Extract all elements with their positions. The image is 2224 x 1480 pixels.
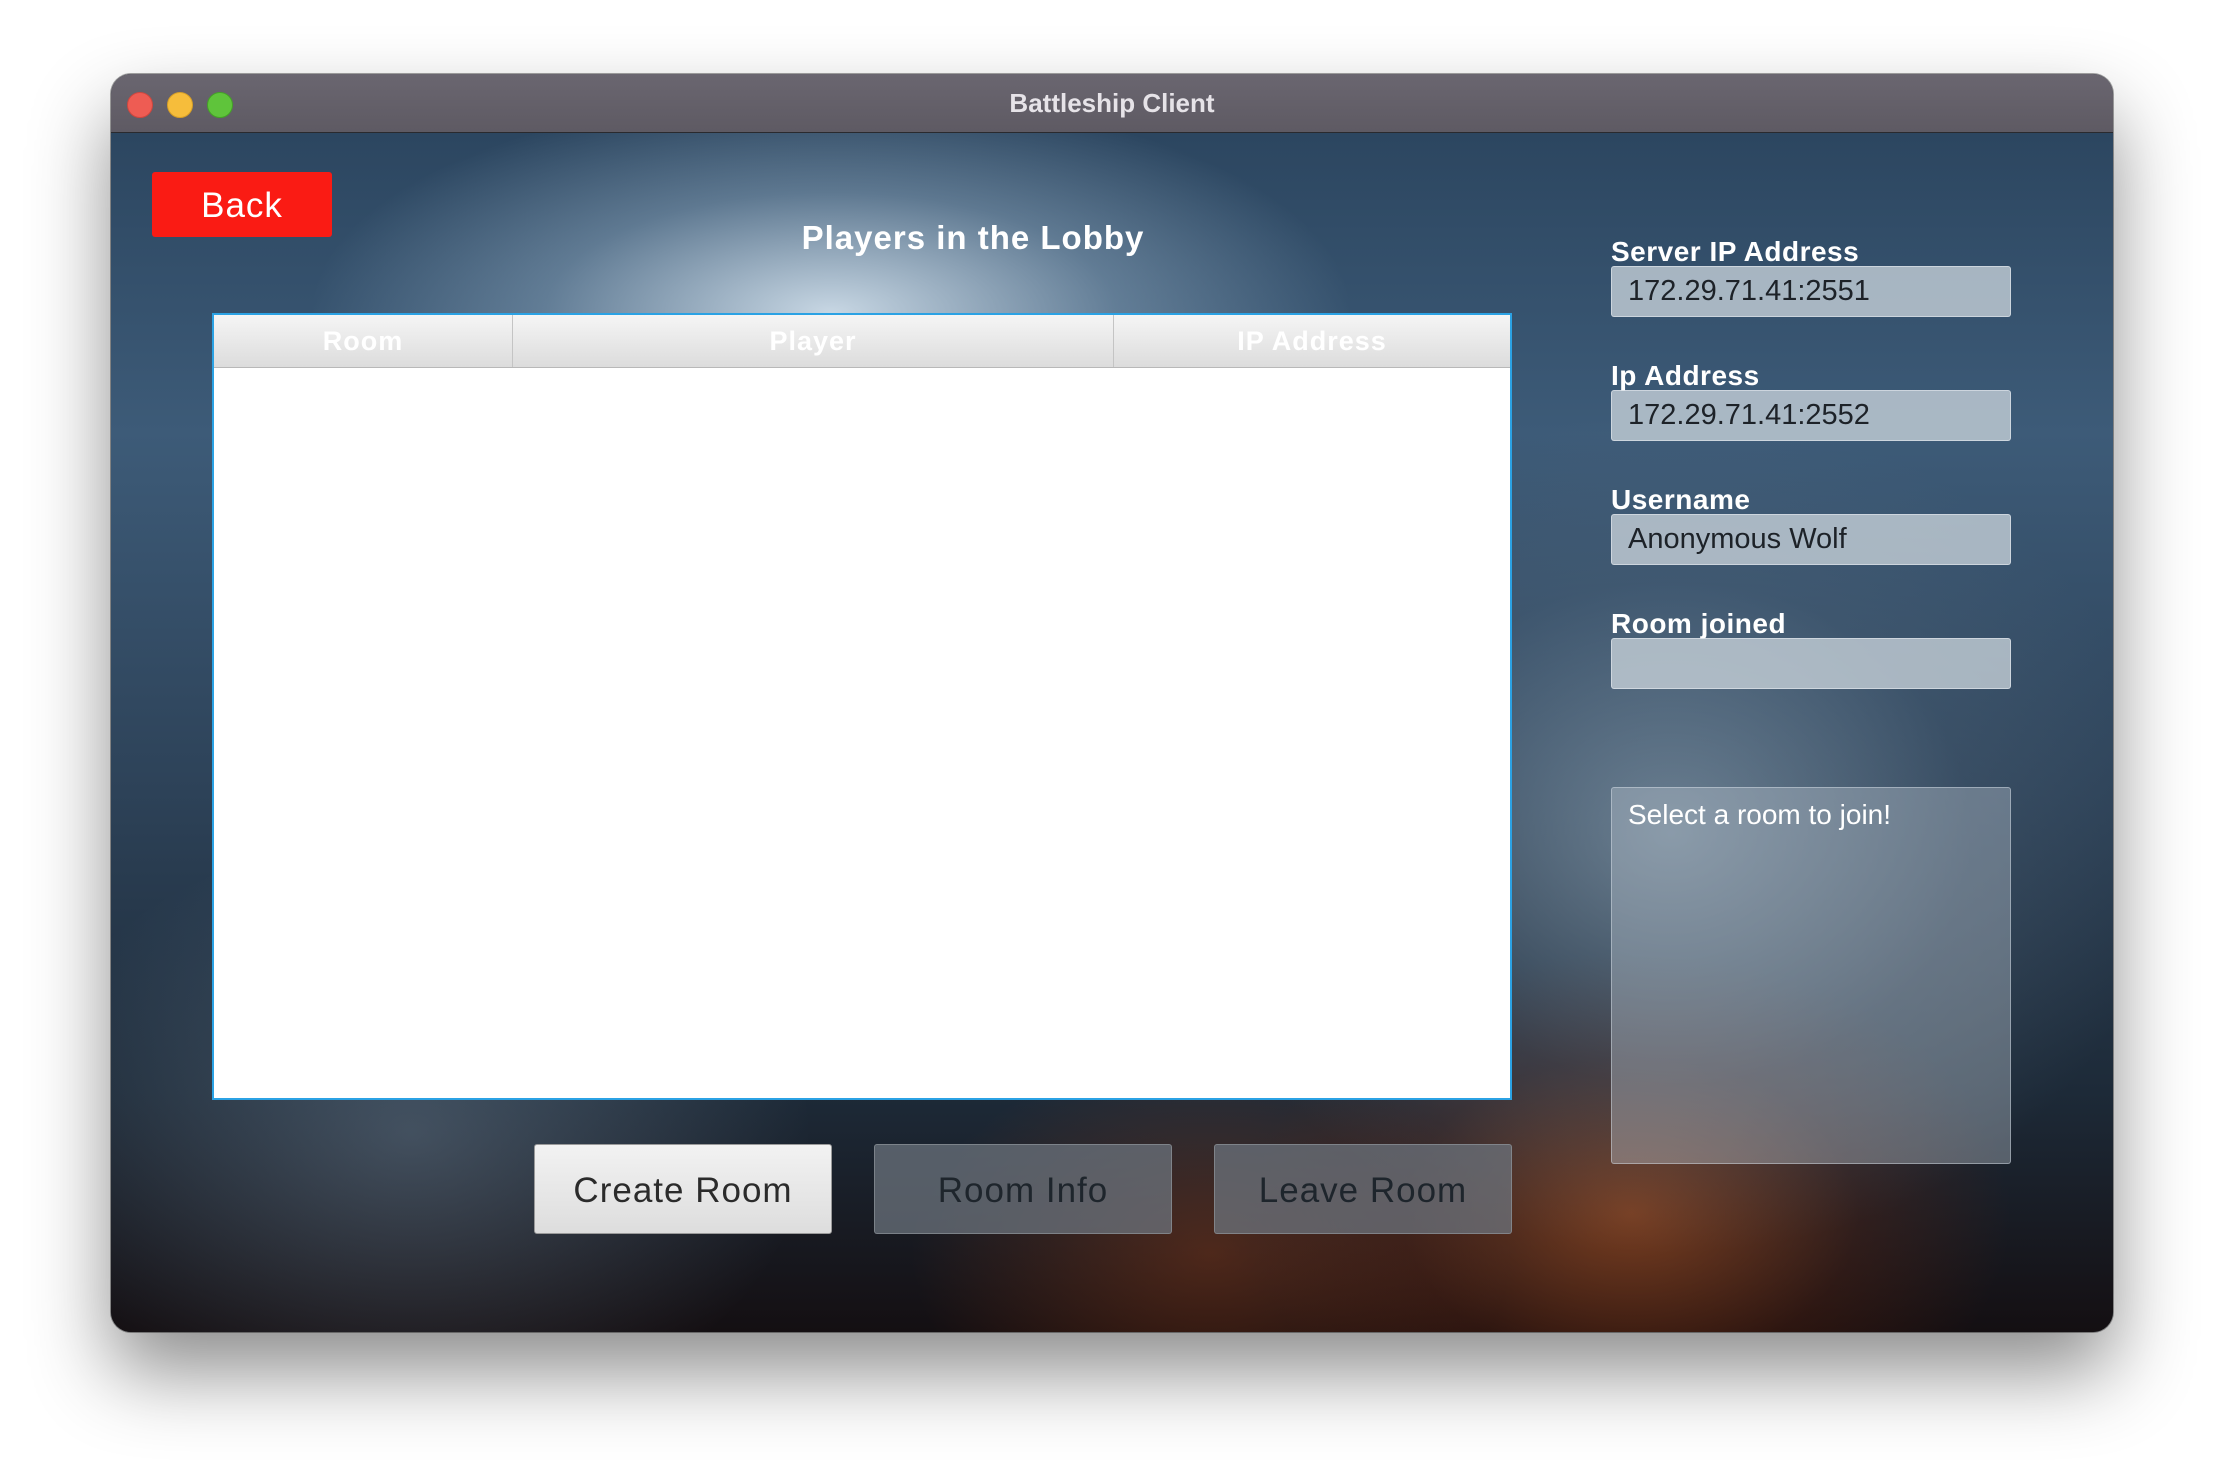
ip-address-label: Ip Address <box>1611 360 1760 391</box>
column-header-player[interactable]: Player <box>513 315 1114 367</box>
username-label: Username <box>1611 484 1751 515</box>
ip-address-field[interactable] <box>1611 390 2011 441</box>
lobby-title: Players in the Lobby <box>801 219 1145 256</box>
leave-room-button[interactable]: Leave Room <box>1214 1144 1512 1234</box>
server-ip-field[interactable] <box>1611 266 2011 317</box>
room-joined-label: Room joined <box>1611 608 1787 639</box>
title-bar[interactable]: Battleship Client <box>111 74 2113 133</box>
lobby-view: Back Players in the Lobby Room Player IP… <box>111 133 2113 1332</box>
column-header-ip-address[interactable]: IP Address <box>1114 315 1510 367</box>
create-room-button[interactable]: Create Room <box>534 1144 832 1234</box>
app-window: Battleship Client Back Players in the Lo… <box>111 74 2113 1332</box>
table-header: Room Player IP Address <box>214 315 1510 368</box>
back-button[interactable]: Back <box>152 172 332 237</box>
window-title: Battleship Client <box>1009 88 1215 118</box>
table-body[interactable] <box>214 368 1510 1098</box>
room-joined-field[interactable] <box>1611 638 2011 689</box>
players-table[interactable]: Room Player IP Address <box>212 313 1512 1100</box>
room-info-button[interactable]: Room Info <box>874 1144 1172 1234</box>
column-header-room[interactable]: Room <box>214 315 513 367</box>
server-ip-label: Server IP Address <box>1611 236 1860 267</box>
username-field[interactable] <box>1611 514 2011 565</box>
message-area[interactable] <box>1611 787 2011 1164</box>
